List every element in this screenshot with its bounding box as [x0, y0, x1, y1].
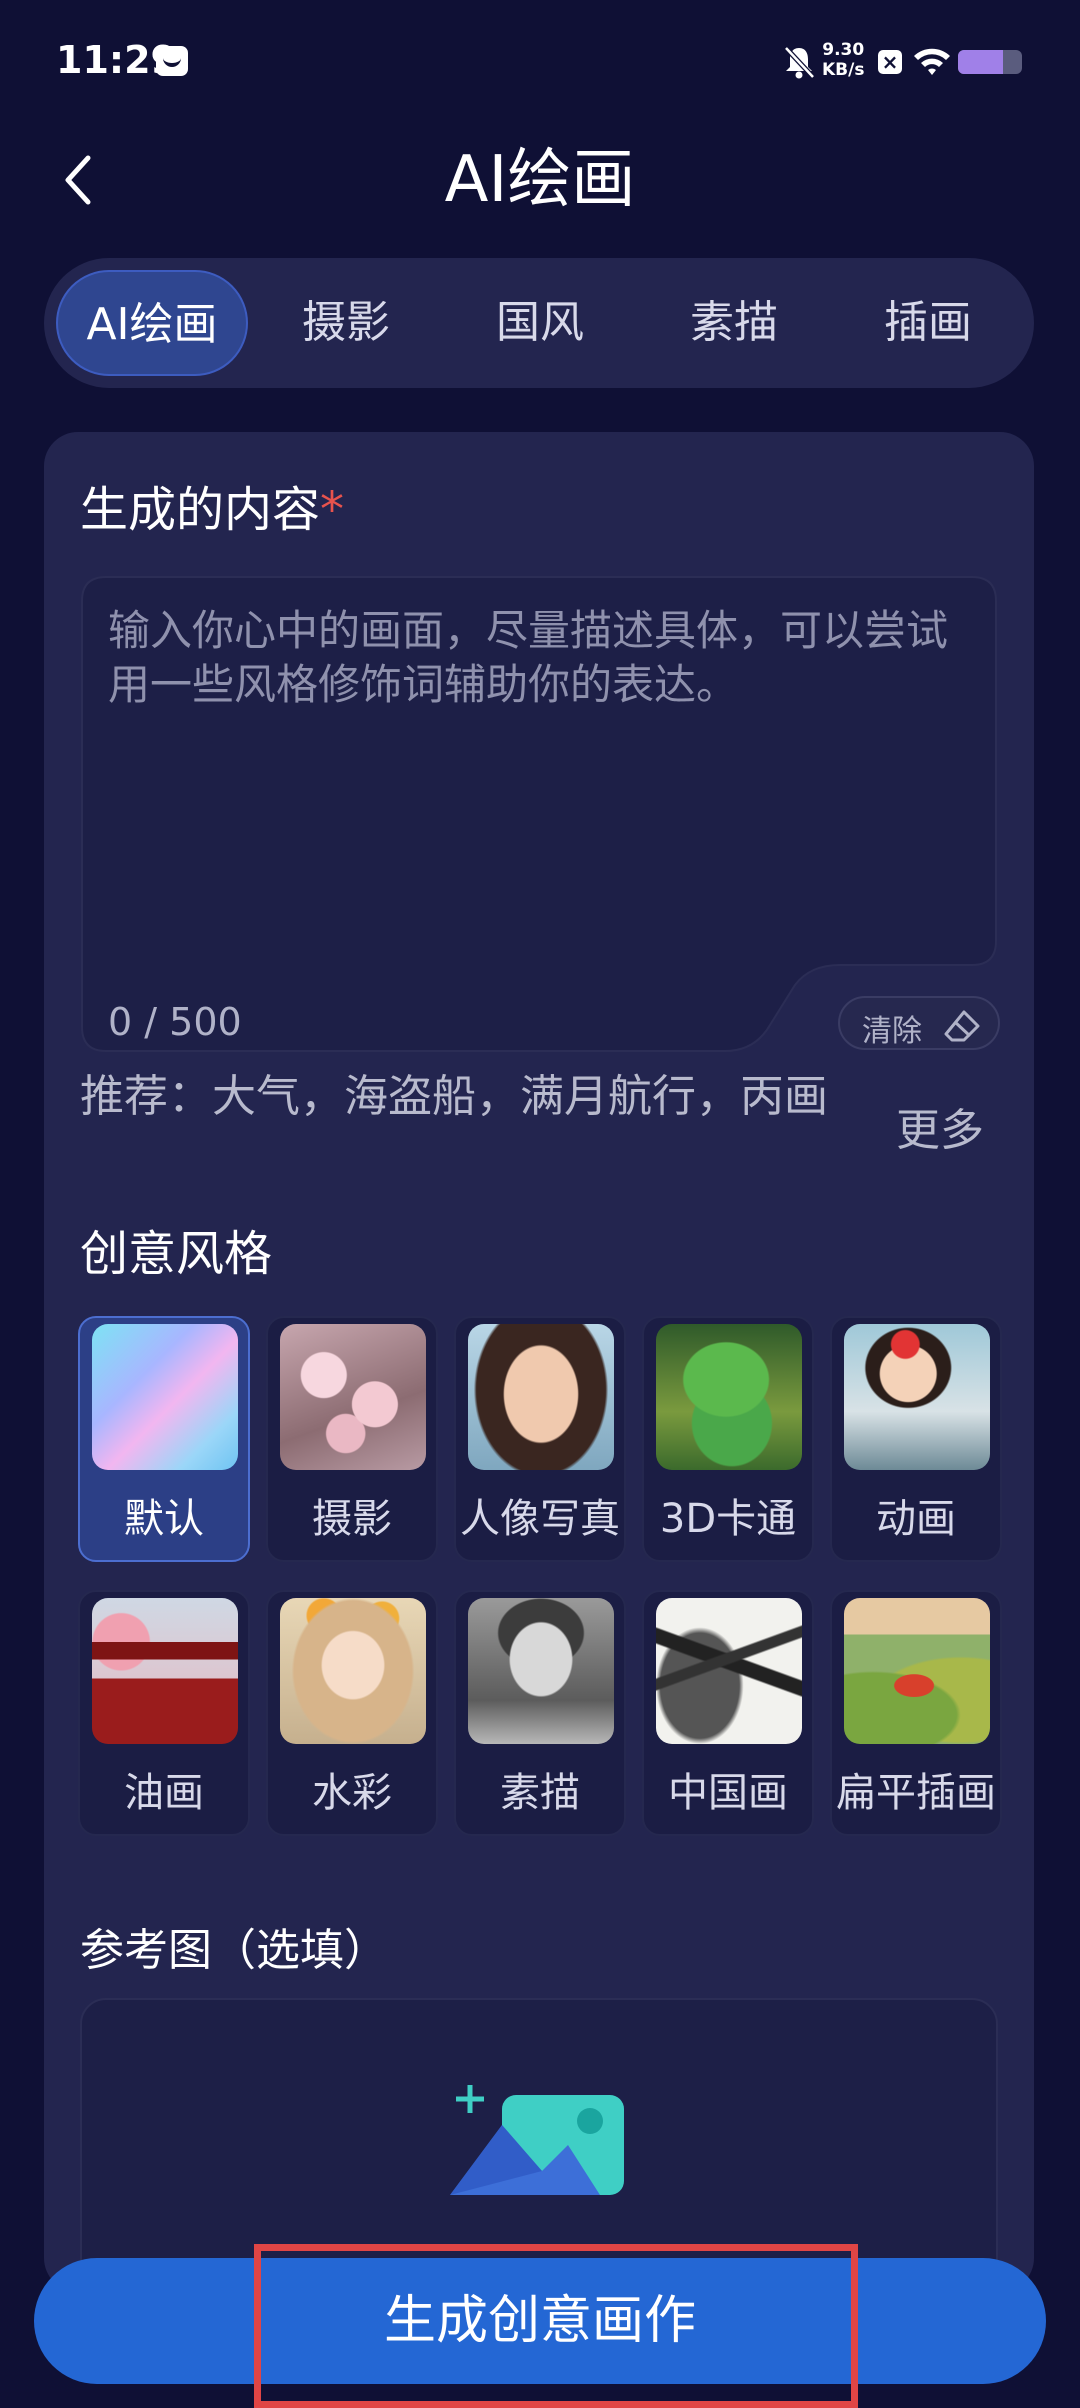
prompt-placeholder: 输入你心中的画面，尽量描述具体，可以尝试用一些风格修饰词辅助你的表达。	[108, 606, 949, 709]
clear-label: 清除	[862, 1014, 922, 1049]
style-tile-default[interactable]: 默认	[78, 1316, 250, 1562]
highlight-box	[254, 2244, 858, 2408]
style-tile-chinese-painting[interactable]: 中国画	[642, 1590, 814, 1836]
tab-sketch[interactable]: 素描	[646, 270, 822, 376]
network-speed: 9.30 KB/s	[822, 40, 864, 80]
network-speed-value: 9.30	[822, 40, 865, 60]
style-label: 3D卡通	[659, 1496, 797, 1542]
sketch-man-thumb	[468, 1598, 614, 1744]
style-label: 中国画	[668, 1770, 788, 1816]
style-section-title: 创意风格	[80, 1226, 273, 1282]
battery-level-fill	[958, 50, 1003, 74]
content-section-title: 生成的内容*	[80, 470, 344, 540]
battery-icon	[958, 50, 1022, 74]
flat-landscape-thumb	[844, 1598, 990, 1744]
style-label: 人像写真	[460, 1496, 620, 1542]
style-label: 动画	[876, 1496, 956, 1542]
content-title-text: 生成的内容	[80, 482, 321, 538]
network-speed-unit: KB/s	[822, 60, 865, 80]
tab-illustration[interactable]: 插画	[840, 270, 1016, 376]
style-tile-sketch[interactable]: 素描	[454, 1590, 626, 1836]
style-tile-photography[interactable]: 摄影	[266, 1316, 438, 1562]
style-label: 油画	[124, 1770, 204, 1816]
pagoda-thumb	[92, 1598, 238, 1744]
cherry-blossom-thumb	[280, 1324, 426, 1470]
default-gradient-thumb	[92, 1324, 238, 1470]
ink-mountain-thumb	[656, 1598, 802, 1744]
page-title: AI绘画	[444, 143, 636, 217]
style-tile-oil-painting[interactable]: 油画	[78, 1590, 250, 1836]
recommend-text[interactable]: 推荐：大气，海盗船，满月航行，丙画	[80, 1070, 860, 1124]
style-label: 摄影	[312, 1496, 392, 1542]
style-tabs: AI绘画 摄影 国风 素描 插画	[44, 258, 1034, 388]
tab-photography[interactable]: 摄影	[258, 270, 434, 376]
reference-section-title: 参考图（选填）	[80, 1925, 388, 1976]
style-label: 水彩	[312, 1770, 392, 1816]
more-button[interactable]: 更多	[896, 1094, 984, 1158]
portrait-thumb	[468, 1324, 614, 1470]
anime-girl-thumb	[844, 1324, 990, 1470]
style-label: 扁平插画	[836, 1770, 996, 1816]
style-tile-watercolor[interactable]: 水彩	[266, 1590, 438, 1836]
style-tile-flat-illustration[interactable]: 扁平插画	[830, 1590, 1002, 1836]
wifi-icon	[914, 48, 950, 75]
style-tile-animation[interactable]: 动画	[830, 1316, 1002, 1562]
mute-bell-icon	[784, 46, 815, 79]
tab-chinese-style[interactable]: 国风	[452, 270, 628, 376]
close-badge-icon: ×	[878, 50, 902, 74]
style-tile-3d-cartoon[interactable]: 3D卡通	[642, 1316, 814, 1562]
dinosaur-thumb	[656, 1324, 802, 1470]
style-label: 默认	[124, 1496, 204, 1542]
tab-ai-painting[interactable]: AI绘画	[56, 270, 248, 376]
char-counter: 0 / 500	[108, 1000, 242, 1044]
clear-button[interactable]: 清除	[838, 996, 1000, 1050]
style-label: 素描	[500, 1770, 580, 1816]
status-bar: 11:29 9.30 KB/s ×	[0, 0, 1080, 120]
watercolor-girl-thumb	[280, 1598, 426, 1744]
message-notification-icon	[156, 46, 188, 76]
add-image-icon	[450, 2085, 624, 2195]
style-tile-portrait[interactable]: 人像写真	[454, 1316, 626, 1562]
eraser-icon	[944, 1010, 980, 1042]
required-mark: *	[320, 482, 345, 538]
